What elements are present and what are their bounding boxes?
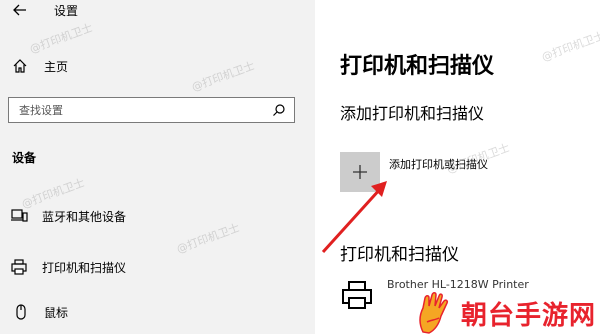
title-bar: 设置 — [12, 0, 78, 20]
sidebar-item-label: 打印机和扫描仪 — [42, 260, 127, 275]
back-arrow-icon[interactable] — [12, 2, 28, 18]
add-printer-button[interactable] — [340, 152, 380, 192]
printers-list-heading: 打印机和扫描仪 — [340, 245, 459, 265]
search-placeholder: 查找设置 — [19, 104, 63, 117]
sidebar-item-mouse[interactable]: 鼠标 — [12, 301, 68, 323]
brand-text: 朝台手游网 — [461, 300, 597, 331]
search-icon[interactable] — [272, 103, 286, 117]
sidebar-item-label: 鼠标 — [44, 305, 69, 320]
settings-sidebar: 设置 主页 查找设置 设备 蓝牙和其他设备 打印机和扫描仪 鼠标 @打印机卫士 … — [0, 0, 315, 334]
page-title: 打印机和扫描仪 — [340, 54, 495, 79]
home-icon — [13, 59, 27, 73]
watermark: @打印机卫士 — [189, 59, 257, 94]
watermark: @打印机卫士 — [539, 29, 600, 64]
printer-device-name[interactable]: Brother HL-1218W Printer — [387, 278, 529, 291]
search-input[interactable]: 查找设置 — [8, 97, 295, 123]
hand-logo-icon — [419, 292, 448, 334]
sidebar-item-label: 蓝牙和其他设备 — [42, 209, 127, 224]
sidebar-item-label: 主页 — [44, 59, 69, 74]
printer-device-icon[interactable] — [340, 278, 374, 312]
add-printers-heading: 添加打印机和扫描仪 — [340, 104, 485, 123]
watermark: @打印机卫士 — [27, 21, 95, 56]
printer-icon — [11, 259, 27, 275]
brand-logo: 朝台手游网 — [415, 292, 600, 334]
watermark: @打印机卫士 — [174, 221, 242, 256]
plus-icon — [353, 165, 367, 179]
sidebar-item-home[interactable]: 主页 — [12, 55, 68, 77]
section-heading-devices: 设备 — [12, 151, 37, 165]
sidebar-item-printers[interactable]: 打印机和扫描仪 — [10, 256, 126, 278]
printers-page: 打印机和扫描仪 添加打印机和扫描仪 添加打印机或扫描仪 打印机和扫描仪 Brot… — [315, 0, 600, 334]
settings-title: 设置 — [54, 3, 79, 18]
mouse-icon — [16, 304, 26, 320]
